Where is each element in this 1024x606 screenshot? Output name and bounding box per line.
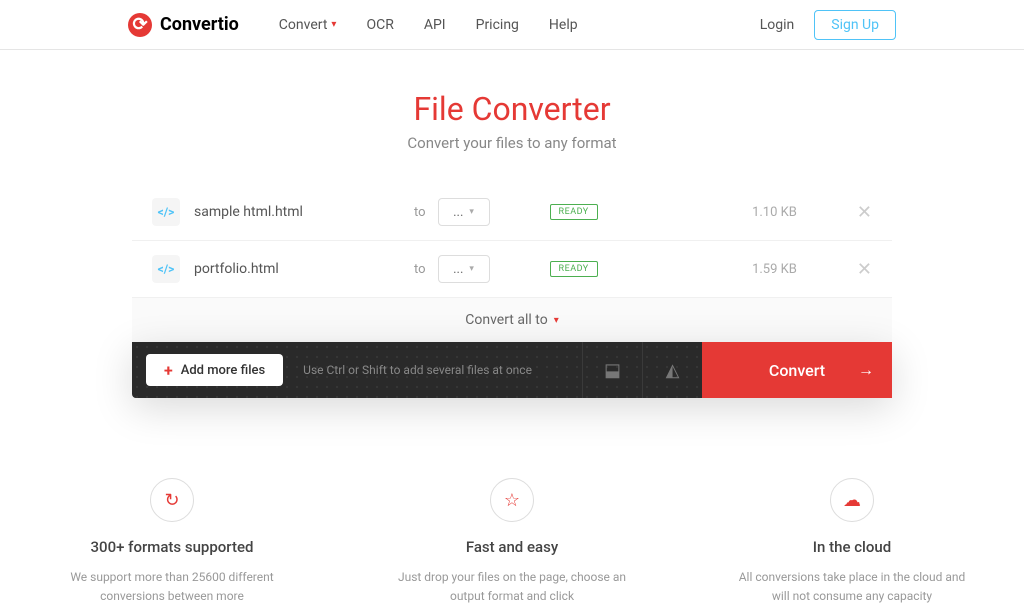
gdrive-button[interactable]: ◭ — [642, 342, 702, 398]
file-row: </> portfolio.html to ...▾ READY 1.59 KB… — [132, 241, 892, 298]
hint-text: Use Ctrl or Shift to add several files a… — [303, 342, 582, 398]
format-select[interactable]: ...▾ — [438, 255, 490, 283]
plus-icon: + — [164, 361, 173, 380]
feature-desc: Just drop your files on the page, choose… — [397, 568, 627, 606]
logo-icon: ⟳ — [128, 13, 152, 37]
remove-file-button[interactable]: ✕ — [857, 202, 872, 223]
to-label: to — [414, 205, 426, 220]
chevron-down-icon: ▾ — [554, 315, 559, 326]
nav-help[interactable]: Help — [549, 17, 578, 33]
to-label: to — [414, 262, 426, 277]
dropbox-icon: ⬓ — [604, 360, 621, 381]
remove-file-button[interactable]: ✕ — [857, 259, 872, 280]
status-badge: READY — [550, 261, 598, 277]
page-subtitle: Convert your files to any format — [132, 134, 892, 152]
file-row: </> sample html.html to ...▾ READY 1.10 … — [132, 184, 892, 241]
feature-desc: We support more than 25600 different con… — [57, 568, 287, 606]
feature-title: In the cloud — [737, 538, 967, 556]
star-icon: ☆ — [490, 478, 534, 522]
cloud-icon: ☁ — [830, 478, 874, 522]
feature-title: Fast and easy — [397, 538, 627, 556]
refresh-icon: ↻ — [150, 478, 194, 522]
nav-ocr[interactable]: OCR — [366, 17, 393, 33]
file-type-icon: </> — [152, 255, 180, 283]
logo[interactable]: ⟳ Convertio — [128, 13, 239, 37]
dropbox-button[interactable]: ⬓ — [582, 342, 642, 398]
signup-button[interactable]: Sign Up — [814, 10, 896, 40]
file-name: sample html.html — [194, 204, 414, 220]
add-files-button[interactable]: + Add more files — [146, 354, 283, 386]
convert-button[interactable]: Convert → — [702, 342, 892, 398]
file-list: </> sample html.html to ...▾ READY 1.10 … — [132, 184, 892, 342]
arrow-right-icon: → — [858, 360, 874, 380]
file-size: 1.10 KB — [752, 205, 797, 220]
file-name: portfolio.html — [194, 261, 414, 277]
login-link[interactable]: Login — [760, 17, 795, 33]
feature-desc: All conversions take place in the cloud … — [737, 568, 967, 606]
chevron-down-icon: ▾ — [469, 264, 474, 274]
page-title: File Converter — [132, 90, 892, 128]
feature-title: 300+ formats supported — [57, 538, 287, 556]
file-type-icon: </> — [152, 198, 180, 226]
nav-pricing[interactable]: Pricing — [476, 17, 519, 33]
gdrive-icon: ◭ — [666, 360, 680, 381]
format-select[interactable]: ...▾ — [438, 198, 490, 226]
nav-convert[interactable]: Convert▾ — [279, 17, 337, 33]
feature-fast: ☆ Fast and easy Just drop your files on … — [397, 478, 627, 606]
brand-name: Convertio — [160, 14, 239, 35]
chevron-down-icon: ▾ — [469, 207, 474, 217]
status-badge: READY — [550, 204, 598, 220]
file-size: 1.59 KB — [752, 262, 797, 277]
nav-api[interactable]: API — [424, 17, 446, 33]
feature-cloud: ☁ In the cloud All conversions take plac… — [737, 478, 967, 606]
convert-all-button[interactable]: Convert all to▾ — [132, 298, 892, 342]
action-bar: + Add more files Use Ctrl or Shift to ad… — [132, 342, 892, 398]
chevron-down-icon: ▾ — [331, 19, 336, 30]
feature-formats: ↻ 300+ formats supported We support more… — [57, 478, 287, 606]
